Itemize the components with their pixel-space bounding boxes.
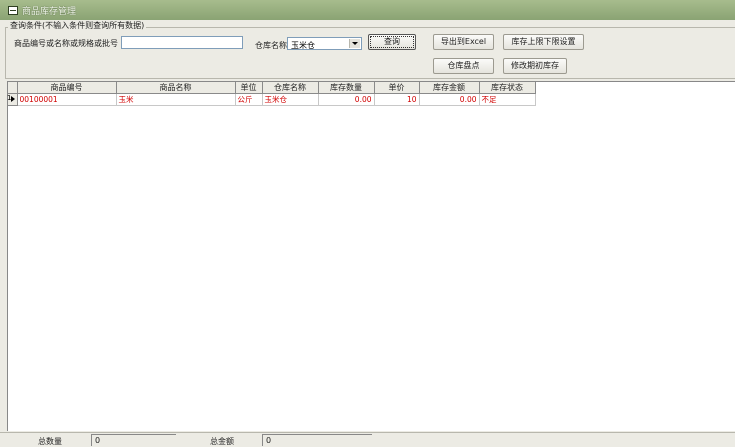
table-row[interactable]: 1 00100001 玉米 公斤 玉米仓 0.00 10 0.00 不足 [7,93,536,106]
window-title: 商品库存管理 [22,7,77,17]
total-qty-value: 0 [91,434,176,446]
cell-qty[interactable]: 0.00 [318,93,375,106]
cell-code[interactable]: 00100001 [17,93,117,106]
current-row-pointer-icon: 1 [7,94,16,105]
warehouse-select[interactable]: 玉米仓 [287,37,362,50]
column-header[interactable]: 商品编号 [17,82,117,94]
cell-price[interactable]: 10 [374,93,420,106]
stock-limit-settings-button[interactable]: 库存上限下限设置 [503,34,584,50]
row-selector[interactable]: 1 [7,93,18,106]
total-qty-label: 总数量 [38,437,62,446]
footer-divider [0,432,735,433]
export-excel-button[interactable]: 导出到Excel [433,34,494,50]
warehouse-stocktake-button[interactable]: 仓库盘点 [433,58,494,74]
cell-status[interactable]: 不足 [479,93,536,106]
column-header[interactable]: 仓库名称 [262,82,319,94]
inventory-grid[interactable]: 商品编号 商品名称 单位 仓库名称 库存数量 单价 库存金额 库存状态 1 00… [7,81,735,431]
column-header[interactable]: 商品名称 [116,82,236,94]
column-header[interactable]: 库存状态 [479,82,536,94]
warehouse-label: 仓库名称 [255,41,287,50]
total-amount-value: 0 [262,434,372,446]
query-button[interactable]: 查询 [368,34,416,50]
warehouse-select-value: 玉米仓 [291,41,315,50]
cell-name[interactable]: 玉米 [116,93,236,106]
product-search-input[interactable] [121,36,243,49]
cell-unit[interactable]: 公斤 [235,93,263,106]
query-group-legend: 查询条件(不输入条件则查询所有数据) [8,20,147,31]
modify-opening-stock-button[interactable]: 修改期初库存 [503,58,567,74]
inventory-table: 商品编号 商品名称 单位 仓库名称 库存数量 单价 库存金额 库存状态 1 00… [7,82,536,106]
column-header[interactable]: 单位 [235,82,263,94]
chevron-down-icon[interactable] [349,39,360,48]
product-search-label: 商品编号或名称或规格或批号 [14,39,118,48]
cell-amount[interactable]: 0.00 [419,93,480,106]
row-header-corner [8,82,18,94]
cell-warehouse[interactable]: 玉米仓 [262,93,319,106]
window-menu-icon[interactable] [8,6,18,15]
column-header[interactable]: 单价 [374,82,420,94]
title-bar: 商品库存管理 [0,0,735,20]
column-header[interactable]: 库存金额 [419,82,480,94]
total-amount-label: 总金额 [210,437,234,446]
column-header[interactable]: 库存数量 [318,82,375,94]
